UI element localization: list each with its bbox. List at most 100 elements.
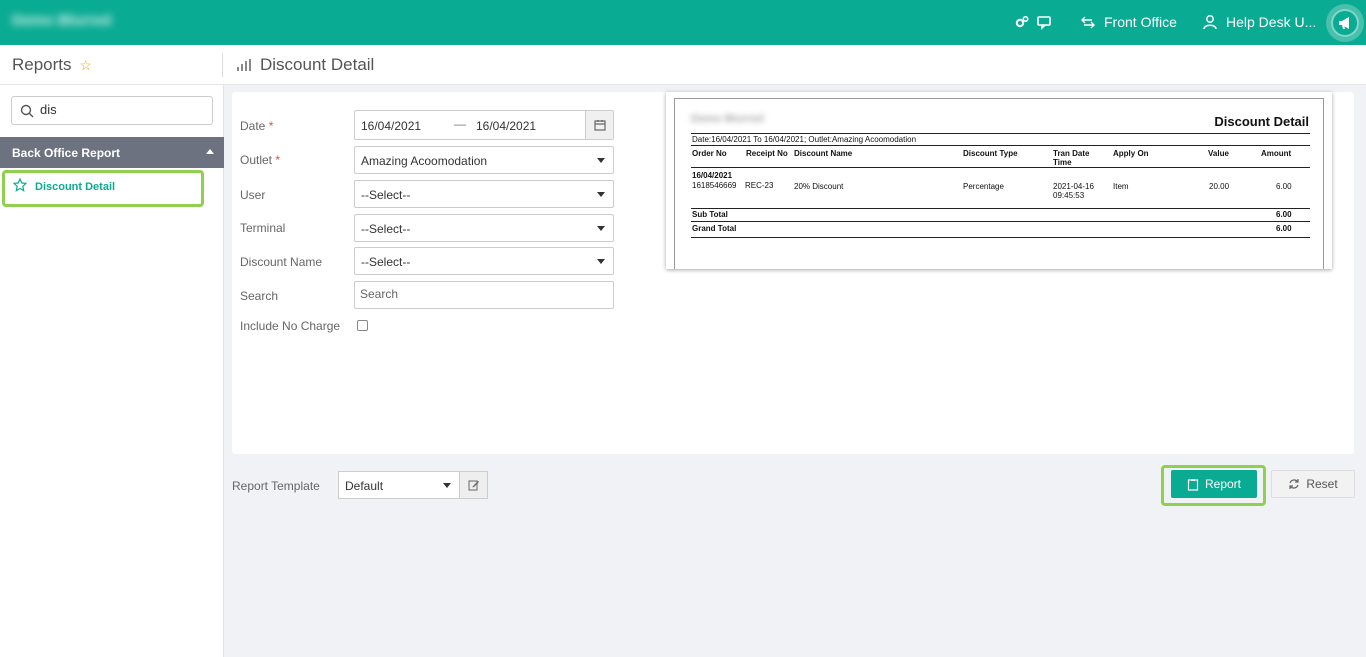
sub-total-label: Sub Total — [692, 210, 728, 219]
report-subtitle: Date:16/04/2021 To 16/04/2021; Outlet:Am… — [692, 135, 917, 144]
announcement-button[interactable] — [1320, 0, 1366, 45]
sub-total-value: 6.00 — [1276, 210, 1292, 219]
report-rule — [691, 208, 1310, 209]
col-apply-on: Apply On — [1113, 149, 1149, 158]
sub-header: Reports ☆ Discount Detail — [0, 45, 1366, 85]
row-tran-time: 09:45:53 — [1053, 191, 1085, 200]
date-from-value[interactable]: 16/04/2021 — [361, 119, 421, 133]
switch-arrows-icon — [1081, 16, 1095, 29]
dropdown-arrow-icon — [443, 483, 451, 488]
clipboard-icon — [1187, 478, 1199, 491]
terminal-select[interactable]: --Select-- — [354, 214, 614, 242]
user-select[interactable]: --Select-- — [354, 180, 614, 208]
dropdown-arrow-icon — [597, 226, 605, 231]
star-icon[interactable]: ☆ — [80, 57, 93, 74]
grand-total-value: 6.00 — [1276, 224, 1292, 233]
date-range-picker[interactable]: 16/04/2021 — 16/04/2021 — [354, 110, 614, 140]
report-rule — [691, 133, 1310, 134]
row-receipt-no: REC-23 — [745, 181, 774, 190]
sidebar: Back Office Report Discount Detail — [0, 85, 224, 657]
settings-cogs-icon[interactable] — [1014, 14, 1030, 33]
date-to-value[interactable]: 16/04/2021 — [476, 119, 536, 133]
dropdown-arrow-icon — [597, 259, 605, 264]
front-office-label: Front Office — [1104, 14, 1177, 30]
col-amount: Amount — [1261, 149, 1292, 158]
header-divider — [222, 53, 223, 77]
reset-button[interactable]: Reset — [1271, 470, 1355, 498]
collapse-caret-icon — [206, 149, 214, 154]
report-button-label: Report — [1204, 477, 1242, 491]
report-rule — [691, 237, 1310, 238]
back-office-report-group[interactable]: Back Office Report — [0, 137, 224, 168]
col-value: Value — [1208, 149, 1229, 158]
col-discount-name: Discount Name — [794, 149, 853, 158]
help-desk-user-menu[interactable]: Help Desk U... — [1202, 14, 1316, 30]
top-bar: Demo Blurred Front Office Help Desk U... — [0, 0, 1366, 45]
star-outline-icon[interactable] — [13, 178, 27, 192]
report-title: Discount Detail — [1214, 114, 1309, 129]
dropdown-arrow-icon — [597, 192, 605, 197]
report-template-label: Report Template — [232, 479, 320, 493]
user-select-value: --Select-- — [361, 188, 411, 202]
row-discount-name: 20% Discount — [794, 182, 844, 191]
sidebar-search-input[interactable] — [40, 102, 200, 117]
report-rule — [691, 221, 1310, 222]
row-value: 20.00 — [1209, 182, 1230, 191]
help-desk-label: Help Desk U... — [1226, 14, 1317, 30]
col-order-no: Order No — [692, 149, 727, 158]
discount-name-select[interactable]: --Select-- — [354, 247, 614, 275]
search-label: Search — [240, 289, 279, 303]
report-template-value: Default — [345, 479, 384, 493]
discount-name-select-value: --Select-- — [361, 255, 411, 269]
report-button[interactable]: Report — [1171, 470, 1257, 498]
row-discount-type: Percentage — [963, 182, 1004, 191]
sidebar-search — [11, 96, 213, 125]
outlet-select[interactable]: Amazing Acoomodation — [354, 146, 614, 174]
row-apply-on: Item — [1113, 182, 1129, 191]
reset-button-label: Reset — [1306, 477, 1338, 491]
edit-icon — [468, 480, 479, 491]
bar-chart-icon — [237, 59, 251, 71]
topbar-icons — [1014, 14, 1052, 33]
terminal-label: Terminal — [240, 221, 286, 235]
user-icon — [1203, 15, 1217, 30]
page-title: Discount Detail — [236, 55, 374, 75]
include-no-charge-label: Include No Charge — [240, 319, 341, 333]
group-date: 16/04/2021 — [692, 171, 733, 180]
report-company-name: Demo Blurred — [691, 113, 764, 125]
search-field[interactable] — [354, 281, 614, 309]
col-tran-date: Tran Date — [1053, 149, 1090, 158]
reports-title-text: Reports — [12, 55, 72, 74]
calendar-icon[interactable] — [585, 111, 613, 139]
report-rule — [691, 145, 1310, 146]
include-no-charge-checkbox[interactable] — [357, 320, 368, 331]
group-label: Back Office Report — [12, 146, 121, 160]
report-preview: Demo Blurred Discount Detail Date:16/04/… — [666, 92, 1332, 269]
edit-template-button[interactable] — [459, 471, 488, 499]
search-icon — [20, 104, 34, 118]
outlet-label: Outlet * — [240, 153, 281, 167]
row-order-no: 1618546669 — [692, 181, 737, 190]
date-label: Date * — [240, 119, 274, 133]
sidebar-item-label: Discount Detail — [35, 181, 116, 193]
discount-name-label: Discount Name — [240, 255, 323, 269]
terminal-select-value: --Select-- — [361, 222, 411, 236]
search-input[interactable] — [360, 287, 600, 301]
report-rule — [691, 167, 1310, 168]
front-office-link[interactable]: Front Office — [1080, 14, 1177, 30]
row-tran-date: 2021-04-16 — [1053, 182, 1094, 191]
refresh-icon — [1289, 479, 1299, 489]
date-separator: — — [454, 117, 466, 131]
grand-total-label: Grand Total — [692, 224, 737, 233]
reports-section-title: Reports ☆ — [12, 55, 92, 75]
col-receipt-no: Receipt No — [746, 149, 788, 158]
sidebar-item-discount-detail[interactable]: Discount Detail — [2, 170, 204, 207]
row-amount: 6.00 — [1276, 182, 1292, 191]
dropdown-arrow-icon — [597, 158, 605, 163]
report-page: Demo Blurred Discount Detail Date:16/04/… — [674, 98, 1324, 269]
report-template-select[interactable]: Default — [338, 471, 460, 499]
col-discount-type: Discount Type — [963, 149, 1018, 158]
col-tran-time: Time — [1053, 158, 1072, 167]
outlet-select-value: Amazing Acoomodation — [361, 154, 488, 168]
monitor-chat-icon[interactable] — [1036, 14, 1052, 33]
